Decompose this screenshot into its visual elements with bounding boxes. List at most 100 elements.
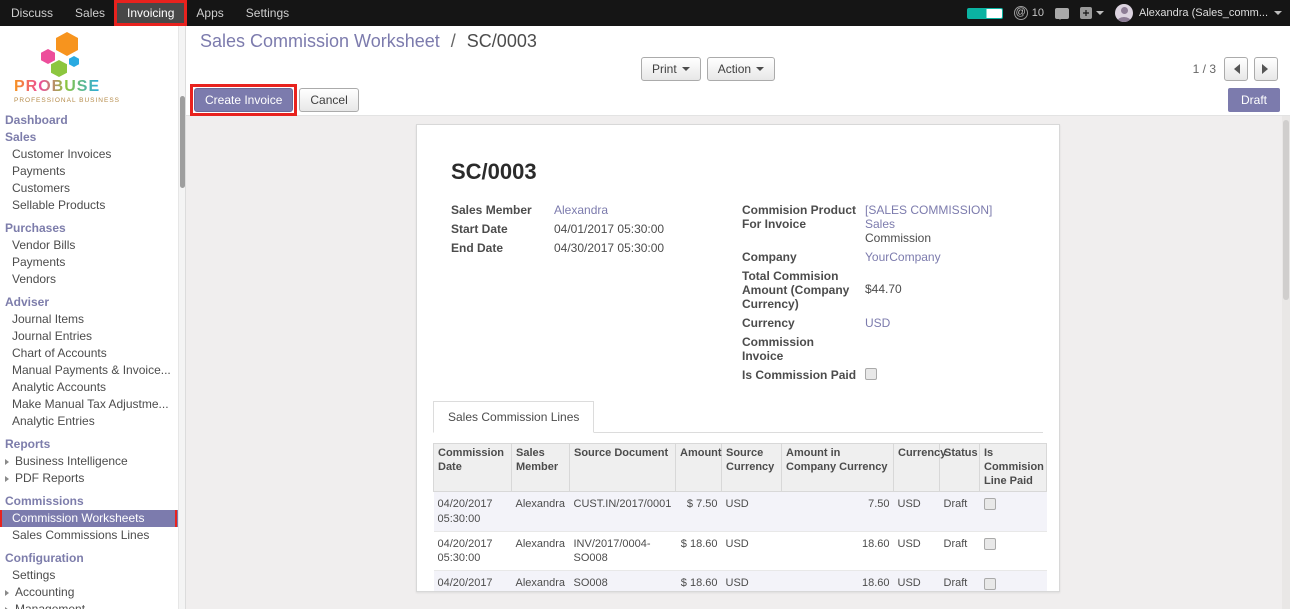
user-menu[interactable]: Alexandra (Sales_comm... [1115,4,1282,22]
pager-value: 1 / 3 [1193,62,1216,76]
total-commission-value: $44.70 [865,269,902,311]
caret-down-icon [1096,11,1104,19]
commission-lines-table: Commission Date Sales Member Source Docu… [433,443,1047,592]
breadcrumb-parent[interactable]: Sales Commission Worksheet [200,31,440,51]
notebook-tabs: Sales Commission Lines [433,401,1043,433]
menu-invoicing[interactable]: Invoicing [116,0,185,26]
field-total-commission: Total Commision Amount (Company Currency… [742,269,1025,311]
sidebar-item-vendor-bills[interactable]: Vendor Bills [0,237,185,254]
action-button[interactable]: Action [707,57,775,81]
col-commission-date[interactable]: Commission Date [434,444,512,492]
cell-source-document: INV/2017/0004-SO008 [570,531,676,571]
menu-sales[interactable]: Sales [64,0,116,26]
cell-source-currency: USD [722,531,782,571]
sidebar-item-customers[interactable]: Customers [0,180,185,197]
cancel-button[interactable]: Cancel [299,88,358,112]
logo-title: PROBUSE [14,78,100,96]
sidebar-item-business-intelligence[interactable]: Business Intelligence [0,453,185,470]
cell-sales-member: Alexandra [512,571,570,592]
col-line-paid[interactable]: Is Commision Line Paid [980,444,1047,492]
menu-settings[interactable]: Settings [235,0,300,26]
sidebar-item-label: Accounting [15,585,74,599]
currency-link[interactable]: USD [865,316,890,330]
menu-discuss[interactable]: Discuss [0,0,64,26]
caret-right-icon [5,459,12,465]
sidebar-item-chart-of-accounts[interactable]: Chart of Accounts [0,345,185,362]
sidebar-item-customer-invoices[interactable]: Customer Invoices [0,146,185,163]
tab-sales-commission-lines[interactable]: Sales Commission Lines [433,401,594,433]
table-row[interactable]: 04/20/2017 05:30:00 Alexandra INV/2017/0… [434,531,1047,571]
menu-apps[interactable]: Apps [185,0,234,26]
sales-member-link[interactable]: Alexandra [554,203,608,217]
sidebar-item-payments-sales[interactable]: Payments [0,163,185,180]
end-date-value: 04/30/2017 05:30:00 [554,241,664,255]
col-source-document[interactable]: Source Document [570,444,676,492]
debug-menu[interactable] [1080,7,1104,19]
field-sales-member: Sales Member Alexandra [451,203,742,217]
logo-hexagons-icon [14,32,177,78]
create-invoice-button[interactable]: Create Invoice [194,88,293,112]
sidebar-item-management[interactable]: Management [0,601,185,609]
col-status[interactable]: Status [940,444,980,492]
breadcrumb-separator: / [451,31,456,51]
table-row[interactable]: 04/20/2017 05:30:00 Alexandra CUST.IN/20… [434,492,1047,532]
main-scrollbar[interactable] [1282,116,1290,609]
record-title: SC/0003 [451,159,1025,185]
sidebar-item-commission-worksheets[interactable]: Commission Worksheets [0,510,185,527]
cell-status: Draft [940,531,980,571]
sidebar-item-journal-items[interactable]: Journal Items [0,311,185,328]
cell-company-amount: 18.60 [782,531,894,571]
commission-product-link[interactable]: [SALES COMMISSION] Sales [865,203,992,231]
main-scrollbar-thumb[interactable] [1283,120,1289,300]
sidebar-item-make-manual-tax-adjustments[interactable]: Make Manual Tax Adjustme... [0,396,185,413]
sidebar-scrollbar[interactable] [178,26,185,609]
col-source-currency[interactable]: Source Currency [722,444,782,492]
sidebar-section-purchases: Purchases [0,220,185,237]
line-paid-checkbox [984,498,996,510]
sidebar-item-payments-purchases[interactable]: Payments [0,254,185,271]
cell-source-document: CUST.IN/2017/0001 [570,492,676,532]
sidebar-item-accounting[interactable]: Accounting [0,584,185,601]
sidebar-item-pdf-reports[interactable]: PDF Reports [0,470,185,487]
pager-next-button[interactable] [1254,57,1278,81]
commission-product-rest: Commission [865,231,1025,245]
col-sales-member[interactable]: Sales Member [512,444,570,492]
sidebar-item-journal-entries[interactable]: Journal Entries [0,328,185,345]
messages-icon[interactable] [1055,8,1069,19]
sidebar-item-analytic-entries[interactable]: Analytic Entries [0,413,185,430]
print-button[interactable]: Print [641,57,701,81]
cell-source-document: SO008 [570,571,676,592]
sidebar-scrollbar-thumb[interactable] [180,96,185,188]
activity-icon: @ [1014,6,1028,20]
sidebar-item-vendors[interactable]: Vendors [0,271,185,288]
cell-line-paid [980,571,1047,592]
sidebar-item-settings[interactable]: Settings [0,567,185,584]
cell-sales-member: Alexandra [512,531,570,571]
sidebar-item-dashboard[interactable]: Dashboard [0,112,185,129]
logo-subtitle: PROFESSIONAL BUSINESS [14,97,177,104]
sidebar-item-label: Commission Worksheets [12,511,144,525]
sidebar-item-manual-payments-invoice[interactable]: Manual Payments & Invoice... [0,362,185,379]
systray: @ 10 Alexandra (Sales_comm... [967,0,1290,26]
app-logo[interactable]: PROBUSE PROFESSIONAL BUSINESS [0,26,185,108]
table-row[interactable]: 04/20/2017 10:35:53 Alexandra SO008 $ 18… [434,571,1047,592]
start-date-value: 04/01/2017 05:30:00 [554,222,664,236]
field-commission-product: Commision Product For Invoice [SALES COM… [742,203,1025,245]
sidebar-item-sales-commissions-lines[interactable]: Sales Commissions Lines [0,527,185,544]
col-currency[interactable]: Currency [894,444,940,492]
cell-amount: $ 18.60 [676,571,722,592]
activity-menu[interactable]: @ 10 [1014,6,1044,20]
sidebar-item-label: Business Intelligence [15,454,128,468]
field-start-date: Start Date 04/01/2017 05:30:00 [451,222,742,236]
cell-currency: USD [894,492,940,532]
cell-company-amount: 7.50 [782,492,894,532]
col-amount-company-currency[interactable]: Amount in Company Currency [782,444,894,492]
cell-status: Draft [940,492,980,532]
company-link[interactable]: YourCompany [865,250,941,264]
sidebar-item-analytic-accounts[interactable]: Analytic Accounts [0,379,185,396]
col-amount[interactable]: Amount [676,444,722,492]
sidebar-item-sellable-products[interactable]: Sellable Products [0,197,185,214]
pager-previous-button[interactable] [1224,57,1248,81]
field-end-date: End Date 04/30/2017 05:30:00 [451,241,742,255]
sidebar-section-adviser: Adviser [0,294,185,311]
